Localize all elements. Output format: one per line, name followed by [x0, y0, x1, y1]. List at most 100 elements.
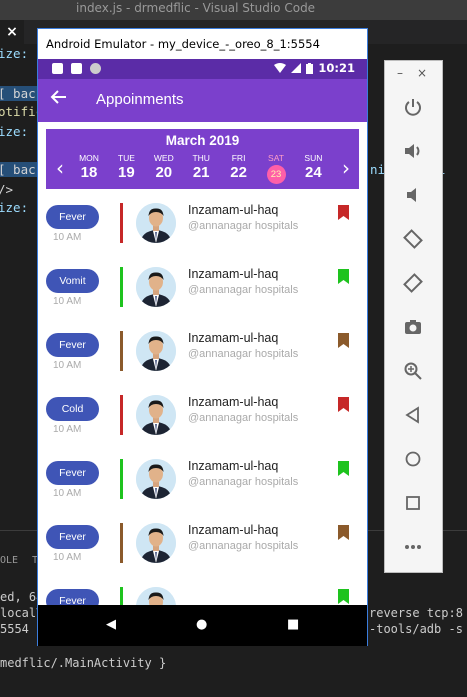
- appointment-time: 10 AM: [53, 360, 82, 371]
- calendar-day[interactable]: TUE 19: [109, 153, 143, 181]
- hospital-name: @annanagar hospitals: [188, 476, 299, 488]
- avatar: [136, 203, 176, 243]
- calendar-day-number: 23: [266, 165, 286, 184]
- sd-card-icon: [71, 63, 82, 74]
- vscode-tab-close-icon[interactable]: ×: [0, 20, 24, 44]
- close-button[interactable]: ×: [417, 66, 427, 80]
- doctor-name: Inzamam-ul-haq: [188, 395, 279, 409]
- status-bar-indicator: [120, 523, 123, 563]
- bookmark-icon[interactable]: [338, 525, 349, 540]
- calendar-next-arrow[interactable]: ›: [338, 156, 354, 180]
- calendar-day[interactable]: THU 21: [184, 153, 218, 181]
- terminal-tab-1[interactable]: OLE: [0, 555, 18, 566]
- calendar-weekday: SUN: [304, 153, 323, 163]
- volume-down-icon[interactable]: [399, 181, 427, 209]
- app-bar: Appoinments: [38, 79, 367, 122]
- calendar-day[interactable]: SUN 24: [296, 153, 330, 181]
- calendar-weekday: WED: [153, 153, 174, 163]
- avatar: [136, 331, 176, 371]
- hospital-name: @annanagar hospitals: [188, 412, 299, 424]
- calendar-weekday: THU: [192, 153, 210, 163]
- avatar: [136, 523, 176, 563]
- avatar: [136, 587, 176, 605]
- nav-recents-icon[interactable]: ■: [287, 617, 299, 632]
- page-title: Appoinments: [96, 91, 184, 108]
- week-calendar: March 2019 ‹ › MON 18 TUE 19 WED 20 THU 21 FRI 22…: [46, 129, 359, 189]
- calendar-day-number: 18: [80, 164, 98, 181]
- rotate-right-icon[interactable]: [399, 269, 427, 297]
- reason-chip[interactable]: Fever: [46, 205, 99, 229]
- appointment-time: 10 AM: [53, 424, 82, 435]
- avatar: [136, 459, 176, 499]
- calendar-prev-arrow[interactable]: ‹: [52, 156, 68, 180]
- android-status-bar: 10:21: [38, 59, 367, 79]
- battery-icon: [306, 62, 314, 74]
- calendar-day-number: 21: [192, 164, 210, 181]
- home-icon[interactable]: [399, 445, 427, 473]
- calendar-weekday: FRI: [231, 153, 246, 163]
- status-bar-indicator: [120, 587, 123, 605]
- nav-home-icon[interactable]: ●: [196, 617, 207, 632]
- appointment-time: 10 AM: [53, 488, 82, 499]
- bookmark-icon[interactable]: [338, 269, 349, 284]
- calendar-day[interactable]: MON 18: [72, 153, 106, 181]
- calendar-day-number: 20: [155, 164, 173, 181]
- calendar-day-number: 22: [230, 164, 247, 181]
- vscode-title: index.js - drmedflic - Visual Studio Cod…: [76, 1, 316, 15]
- reason-chip[interactable]: Cold: [46, 397, 99, 421]
- status-time: 10:21: [318, 61, 355, 75]
- bookmark-icon[interactable]: [338, 589, 349, 604]
- appointment-time: 10 AM: [53, 552, 82, 563]
- bookmark-icon[interactable]: [338, 205, 349, 220]
- overview-icon[interactable]: [399, 489, 427, 517]
- android-nav-bar: ◀ ● ■: [38, 605, 367, 646]
- calendar-weekday: MON: [79, 153, 99, 163]
- more-icon[interactable]: [399, 533, 427, 561]
- bookmark-icon[interactable]: [338, 333, 349, 348]
- calendar-day[interactable]: SAT 23: [259, 153, 293, 184]
- hospital-name: @annanagar hospitals: [188, 284, 299, 296]
- nav-back-icon[interactable]: ◀: [106, 617, 116, 632]
- bookmark-icon[interactable]: [338, 461, 349, 476]
- appointment-row[interactable]: Fever 10 AM Inzamam-ul-haq @annanagar hospi…: [38, 195, 367, 259]
- back-icon[interactable]: [399, 401, 427, 429]
- hospital-name: @annanagar hospitals: [188, 220, 299, 232]
- reason-chip[interactable]: Fever: [46, 589, 99, 605]
- rotate-left-icon[interactable]: [399, 225, 427, 253]
- volume-up-icon[interactable]: [399, 137, 427, 165]
- status-bar-indicator: [120, 203, 123, 243]
- power-icon[interactable]: [399, 93, 427, 121]
- appointment-row[interactable]: Fever 10 AM Inzamam-ul-haq @annanagar hospi…: [38, 515, 367, 579]
- sync-icon: [90, 63, 101, 74]
- reason-chip[interactable]: Fever: [46, 525, 99, 549]
- appointment-row[interactable]: Cold 10 AM Inzamam-ul-haq @annanagar hospit…: [38, 387, 367, 451]
- calendar-day[interactable]: FRI 22: [222, 153, 256, 181]
- reason-chip[interactable]: Fever: [46, 333, 99, 357]
- appointment-row[interactable]: Fever 10 AM Inzamam-ul-haq @annanagar hospi…: [38, 323, 367, 387]
- camera-icon[interactable]: [399, 313, 427, 341]
- appointment-row[interactable]: Fever 10 AM Inzamam-ul-haq @annanagar hospi…: [38, 451, 367, 515]
- status-bar-indicator: [120, 459, 123, 499]
- back-arrow-icon[interactable]: [46, 88, 70, 112]
- calendar-weekday: SAT: [268, 153, 284, 163]
- emulator-side-panel: – ×: [384, 60, 443, 573]
- appointment-time: 10 AM: [53, 232, 82, 243]
- bookmark-icon[interactable]: [338, 397, 349, 412]
- reason-chip[interactable]: Fever: [46, 461, 99, 485]
- emulator-window: Android Emulator - my_device_-_oreo_8_1:…: [37, 28, 368, 646]
- calendar-day[interactable]: WED 20: [147, 153, 181, 181]
- appointment-row[interactable]: Fever: [38, 579, 367, 605]
- appointment-list[interactable]: Fever 10 AM Inzamam-ul-haq @annanagar hospi…: [38, 195, 367, 605]
- avatar: [136, 395, 176, 435]
- doctor-name: Inzamam-ul-haq: [188, 331, 279, 345]
- doctor-name: Inzamam-ul-haq: [188, 267, 279, 281]
- minimize-button[interactable]: –: [397, 66, 403, 80]
- reason-chip[interactable]: Vomit: [46, 269, 99, 293]
- appointment-row[interactable]: Vomit 10 AM Inzamam-ul-haq @annanagar hospi…: [38, 259, 367, 323]
- emulator-title: Android Emulator - my_device_-_oreo_8_1:…: [38, 29, 367, 59]
- doctor-name: Inzamam-ul-haq: [188, 203, 279, 217]
- zoom-icon[interactable]: [399, 357, 427, 385]
- vscode-title-bar: index.js - drmedflic - Visual Studio Cod…: [0, 0, 467, 20]
- wifi-icon: [274, 63, 287, 73]
- status-bar-indicator: [120, 395, 123, 435]
